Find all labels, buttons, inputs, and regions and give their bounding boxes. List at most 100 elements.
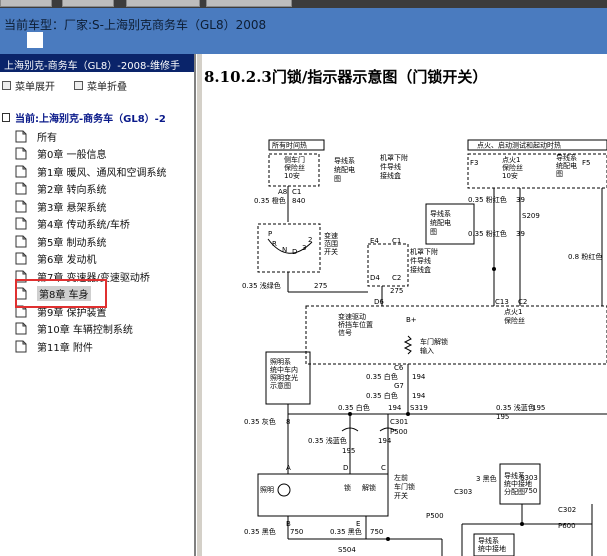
tree-item[interactable]: 第0章 一般信息 [14,147,107,161]
diagram-label: 194 [412,373,426,381]
diagram-label: 195 [496,413,509,421]
chapter-tree: 上海别克-商务车（GL8）-2008-维修手 菜单展开 菜单折叠 当前:上海别克… [0,54,196,556]
diagram-label: G7 [394,382,404,390]
page-icon [14,147,27,160]
diagram-label: 车门解锁 [420,337,448,346]
diagram-label: 750 [370,528,383,536]
collapse-icon [74,81,83,90]
diagram-label: B [286,520,291,528]
tree-item[interactable]: 所有 [14,129,57,144]
diagram-label: 输入 [420,346,434,355]
tree-item[interactable]: 第1章 暖风、通风和空调系统 [14,164,167,179]
diagram-label: D6 [374,298,384,306]
diagram-label: 39 [516,230,525,238]
toolbar-button-2[interactable] [62,0,114,7]
tree-item[interactable]: 第11章 附件 [14,339,93,354]
tree-item[interactable]: 第5章 制动系统 [14,234,107,249]
diagram-label: S303 [520,474,538,482]
top-toolbar [0,0,607,8]
window-icon [27,32,43,48]
diagram-label: 件导线 [410,256,431,265]
diagram-label: 保险丝 [504,316,525,325]
diagram-label: 示意图 [270,381,291,390]
diagram-label: 开关 [394,491,408,500]
diagram-label: 统配电 [556,161,577,170]
diagram-label: P [268,230,272,238]
diagram-label: 195 [342,447,355,455]
tree-root[interactable]: 当前:上海别克-商务车（GL8）-2 [2,110,166,125]
tree-item-label: 所有 [37,132,57,144]
vehicle-title-bar: 当前车型：厂家:S-上海别克商务车（GL8）2008 [0,8,607,54]
diagram-label: 点火、启动测试和起动时热 [477,141,561,150]
diagram-label: 0.35 白色 [338,403,370,412]
tree-item-label: 第5章 制动系统 [37,237,107,249]
diagram-label: 变速驱动 [338,312,366,321]
diagram-label: 解锁 [362,483,376,492]
diagram-label: P600 [558,522,576,530]
diagram-label: P500 [390,428,408,436]
diagram-label: 信号 [338,328,352,337]
diagram-label: C302 [558,506,576,514]
collapse-menu-button[interactable]: 菜单折叠 [74,78,127,93]
diagram-label: 导线系 [334,156,355,165]
diagram-label: 保险丝 [284,163,305,172]
diagram-label: P500 [426,512,444,520]
root-book-icon [2,113,10,122]
toolbar-button-1[interactable] [0,0,52,7]
diagram-label: 统中车内 [270,365,298,374]
expand-icon [2,81,11,90]
toolbar-button-4[interactable] [206,0,292,7]
vehicle-label: 当前车型：厂家:S-上海别克商务车（GL8）2008 [4,18,267,32]
tree-item[interactable]: 第4章 传动系统/车桥 [14,217,130,231]
tree-item[interactable]: 第3章 悬架系统 [14,199,107,214]
diagram-label: C303 [454,488,472,496]
diagram-label: 750 [290,528,303,536]
tree-item-label: 第3章 悬架系统 [37,202,107,214]
expand-menu-button[interactable]: 菜单展开 [2,78,55,93]
diagram-label: 保险丝 [502,163,523,172]
tree-root-label: 当前:上海别克-商务车（GL8）-2 [15,114,166,125]
diagram-label: 接线盒 [380,171,401,180]
diagram-label: 3 [302,244,306,252]
diagram-label: 275 [314,282,327,290]
tree-item[interactable]: 第2章 转向系统 [14,182,107,196]
diagram-label: 275 [390,287,403,295]
diagram-label: 导线系 [430,209,451,218]
diagram-label: 0.8 粉红色 [568,252,602,261]
tree-header: 上海别克-商务车（GL8）-2008-维修手 [0,54,194,72]
page-icon [14,200,27,213]
expand-label: 菜单展开 [15,82,55,93]
diagram-label: 范围 [324,239,338,248]
diagram-label: 统配电 [430,218,451,227]
diagram-label: 照明变光 [270,373,298,382]
diagram-label: 10安 [502,171,518,180]
diagram-label: 所有时间热 [272,141,307,150]
page-icon [14,182,27,195]
page-icon [14,252,27,265]
diagram-label: 2 [308,236,312,244]
page-icon [14,130,27,143]
diagram-label: 开关 [324,247,338,256]
tree-item[interactable]: 第10章 车辆控制系统 [14,322,133,336]
selection-highlight-box [15,279,107,308]
resistor [403,335,413,355]
diagram-label: A [286,464,291,472]
tree-item[interactable]: 第6章 发动机 [14,252,97,266]
diagram-label: S209 [522,212,540,220]
diagram-label: 锁 [344,483,351,492]
content-pane: 8.10.2.3门锁/指示器示意图（门锁开关） 所有时间热 点火、启动测试和起动… [202,54,607,556]
diagram-label: E4 [370,237,379,245]
toolbar-button-3[interactable] [126,0,200,7]
diagram-label: S504 [338,546,356,554]
diagram-label: C6 [394,364,404,372]
diagram-label: C [381,464,386,472]
diagram-label: 照明系 [270,357,291,366]
diagram-label: D4 [370,274,380,282]
diagram-label: 0.35 黑色 [330,527,362,536]
diagram-label: 8 [286,418,290,426]
diagram-label: 0.35 黑色 [244,527,276,536]
diagram-label: 变速 [324,231,338,240]
tree-item-label: 第11章 附件 [37,342,93,354]
page-icon [14,340,27,353]
diagram-label: 0.35 橙色 [254,196,286,205]
